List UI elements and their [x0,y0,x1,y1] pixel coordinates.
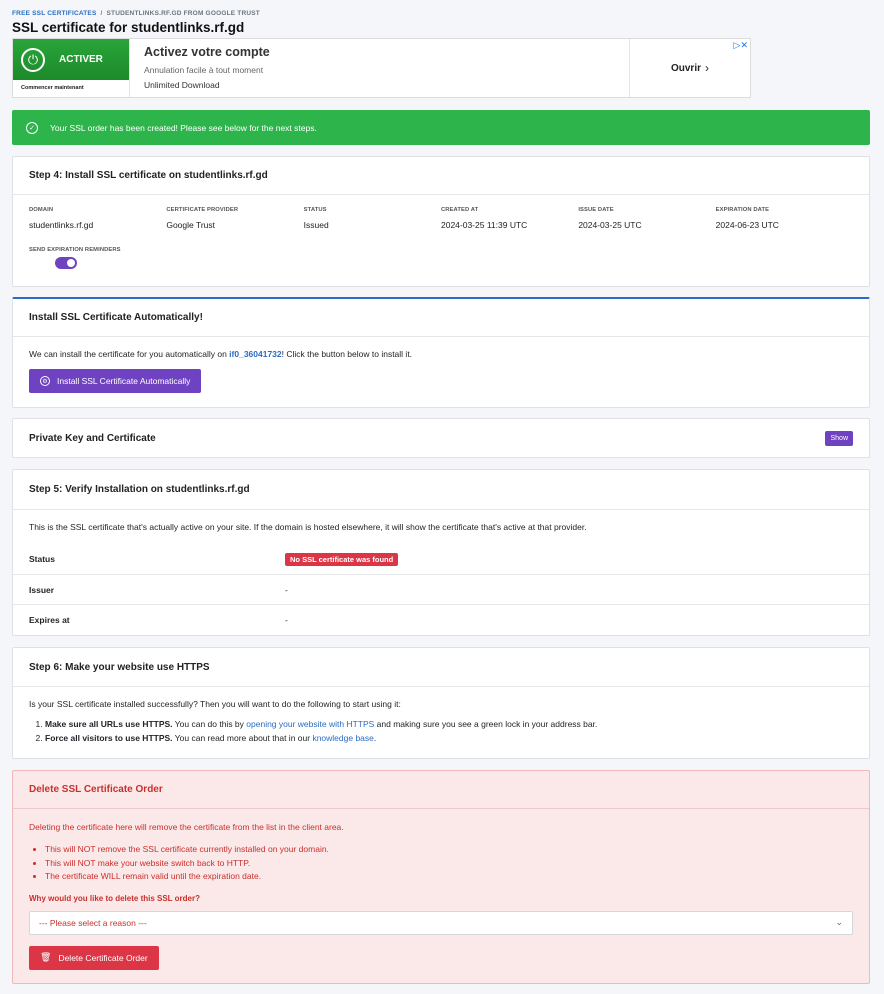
info-value: Google Trust [166,220,215,230]
alert-text: Your SSL order has been created! Please … [50,122,317,133]
ad-advertiser: Unlimited Download [144,80,220,90]
info-label: CREATED AT [440,207,479,213]
delete-reason-label: Why would you like to delete this SSL or… [29,893,200,903]
private-key-title: Private Key and Certificate [29,432,156,444]
ad-cta[interactable]: ▷✕ Ouvrir › [630,39,750,97]
auto-install-text-after: ! Click the button below to install it. [281,349,413,359]
ad-open-button[interactable]: Ouvrir [671,63,701,74]
delete-certificate-button[interactable]: 🗑 Delete Certificate Order [29,945,159,970]
power-icon: ⏻ [21,47,45,72]
page-title: SSL certificate for studentlinks.rf.gd [12,20,245,35]
delete-warnings: This will NOT remove the SSL certificate… [29,843,853,884]
check-circle-icon: ✓ [26,121,38,134]
install-ssl-automatically-button[interactable]: ⚙ Install SSL Certificate Automatically [29,369,202,393]
private-key-card: Private Key and Certificate Show [12,418,870,458]
info-issue-date: ISSUE DATE 2024-03-25 UTC [578,207,715,230]
list-item: Make sure all URLs use HTTPS. You can do… [45,718,853,732]
ad-activate-button[interactable]: ACTIVER [59,54,103,65]
auto-install-text-before: We can install the certificate for you a… [29,349,230,359]
info-status: STATUS Issued [304,207,441,230]
step5-title: Step 5: Verify Installation on studentli… [13,470,869,510]
step-bold: Make sure all URLs use HTTPS. [45,719,173,729]
ad-description: Annulation facile à tout moment [144,65,264,75]
issuer-row: Issuer - [13,574,869,604]
trash-icon: 🗑 [40,952,52,962]
step-bold: Force all visitors to use HTTPS. [45,732,173,743]
ad-image[interactable]: ⏻ ACTIVER Commencer maintenant [13,39,129,97]
step4-card: Step 4: Install SSL certificate on stude… [12,156,870,287]
breadcrumb-separator: / [100,10,103,17]
auto-install-text: We can install the certificate for you a… [29,349,853,359]
step5-card: Step 5: Verify Installation on studentli… [12,469,870,636]
chevron-right-icon: › [705,61,709,75]
page: FREE SSL CERTIFICATES / STUDENTLINKS.RF.GD… [0,0,884,994]
list-item: Force all visitors to use HTTPS. You can… [45,732,853,746]
select-placeholder: --- Please select a reason --- [39,917,147,928]
ad-content[interactable]: Activez votre compte Annulation facile à… [129,39,630,97]
step5-intro: This is the SSL certificate that's actua… [29,522,587,532]
open-https-link[interactable]: opening your website with HTTPS [246,719,374,729]
install-button-label: Install SSL Certificate Automatically [57,376,191,386]
step6-title: Step 6: Make your website use HTTPS [13,648,869,687]
hosting-account-link[interactable]: if0_36041732 [229,349,281,359]
info-created: CREATED AT 2024-03-25 11:39 UTC [441,207,578,230]
step4-title: Step 4: Install SSL certificate on stude… [13,157,869,195]
expires-value: - [285,614,288,625]
step-text: You can read more about that in our [172,732,313,743]
auto-install-card: Install SSL Certificate Automatically! W… [12,297,870,408]
breadcrumb-current: STUDENTLINKS.RF.GD FROM GOOGLE TRUST [106,10,260,17]
info-value: 2024-03-25 UTC [578,220,642,230]
info-domain: DOMAIN studentlinks.rf.gd [29,207,166,230]
ad-banner[interactable]: ⏻ ACTIVER Commencer maintenant Activez v… [12,38,751,98]
delete-reason-select[interactable]: --- Please select a reason --- ⌄ [29,910,853,935]
info-value: studentlinks.rf.gd [29,220,94,230]
certificate-info: DOMAIN studentlinks.rf.gd CERTIFICATE PRO… [29,195,853,230]
info-label: ISSUE DATE [578,207,614,213]
info-value: 2024-06-23 UTC [715,220,779,230]
success-alert: ✓ Your SSL order has been created! Pleas… [12,110,870,145]
info-label: EXPIRATION DATE [715,207,770,213]
step-text: . [373,732,377,743]
delete-button-label: Delete Certificate Order [58,952,148,963]
delete-card: Delete SSL Certificate Order Deleting th… [12,770,870,984]
ad-headline[interactable]: Activez votre compte [144,45,615,59]
list-item: This will NOT make your website switch b… [45,857,853,871]
delete-intro: Deleting the certificate here will remov… [29,822,344,832]
info-expiration: EXPIRATION DATE 2024-06-23 UTC [716,207,853,230]
step-text: You can do this by [172,719,247,729]
breadcrumb: FREE SSL CERTIFICATES / STUDENTLINKS.RF.GD… [12,10,260,17]
issuer-label: Issuer [29,584,55,595]
info-value: Issued [303,220,329,230]
info-value: 2024-03-25 11:39 UTC [440,220,528,230]
step6-intro: Is your SSL certificate installed succes… [29,699,401,709]
info-label: DOMAIN [29,207,54,213]
issuer-value: - [285,584,288,595]
expiration-reminder-toggle[interactable] [55,257,77,269]
gear-icon: ⚙ [40,376,50,386]
status-label: Status [29,554,55,564]
info-label: CERTIFICATE PROVIDER [166,207,239,213]
chevron-down-icon: ⌄ [835,917,843,927]
reminder-label: SEND EXPIRATION REMINDERS [29,247,121,253]
info-label: STATUS [303,207,327,213]
auto-install-title: Install SSL Certificate Automatically! [13,299,869,337]
delete-title: Delete SSL Certificate Order [13,771,869,809]
show-private-key-button[interactable]: Show [825,431,853,446]
expires-label: Expires at [29,614,70,625]
status-row: Status No SSL certificate was found [13,544,869,574]
breadcrumb-root-link[interactable]: FREE SSL CERTIFICATES [12,10,97,17]
list-item: This will NOT remove the SSL certificate… [45,843,853,857]
knowledge-base-link[interactable]: knowledge base [312,733,373,743]
status-badge: No SSL certificate was found [285,552,399,566]
https-steps: Make sure all URLs use HTTPS. You can do… [29,718,853,745]
expires-row: Expires at - [13,604,869,634]
ad-choices-icon[interactable]: ▷✕ [734,40,748,51]
step-text: and making sure you see a green lock in … [374,719,598,729]
step6-card: Step 6: Make your website use HTTPS Is y… [12,647,870,759]
info-provider: CERTIFICATE PROVIDER Google Trust [166,207,303,230]
list-item: The certificate WILL remain valid until … [45,870,853,884]
ad-subtext: Commencer maintenant [21,85,84,91]
